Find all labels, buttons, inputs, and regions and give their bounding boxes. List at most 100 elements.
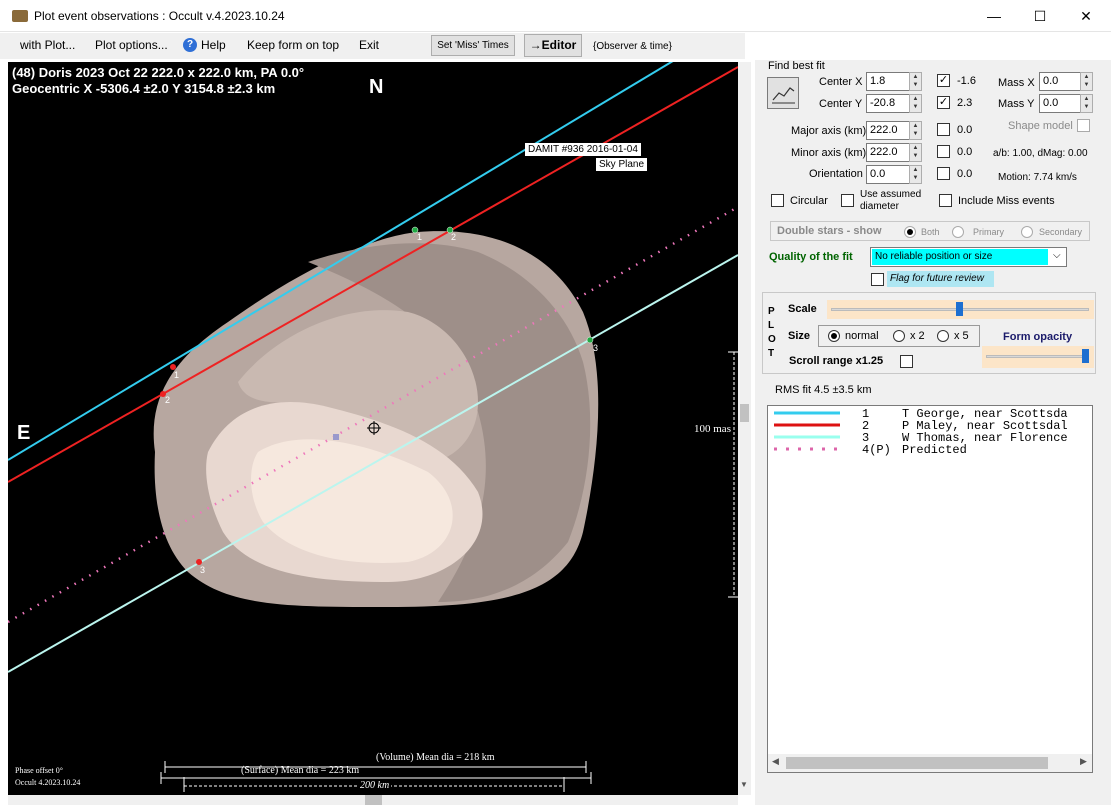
ab-dmag-label: a/b: 1.00, dMag: 0.00	[993, 148, 1088, 159]
orientation-input[interactable]: 0.0	[866, 165, 910, 184]
include-miss-checkbox[interactable]	[939, 194, 952, 207]
scroll-range-checkbox[interactable]	[900, 355, 913, 368]
chord-label-2-left: 2	[165, 395, 171, 405]
set-miss-times-button[interactable]: Set 'Miss' Times	[431, 35, 515, 56]
plot-vlabel-o: O	[768, 334, 776, 345]
chord-label-1-left: 1	[174, 370, 180, 380]
list-item[interactable]: 4(P) Predicted	[768, 443, 1092, 457]
scroll-range-label: Scroll range x1.25	[789, 355, 884, 367]
circular-checkbox[interactable]	[771, 194, 784, 207]
center-x-input[interactable]: 1.8	[866, 72, 910, 91]
chord-label-3-right: 3	[593, 343, 599, 353]
menu-plot-options[interactable]: Plot options...	[95, 38, 168, 52]
flag-review-checkbox[interactable]	[871, 273, 884, 286]
orientation-checkbox[interactable]	[937, 167, 950, 180]
center-y-delta: 2.3	[957, 97, 973, 109]
primary-radio[interactable]	[952, 226, 964, 238]
plot-vlabel-l: L	[768, 320, 775, 331]
major-axis-delta: 0.0	[957, 124, 973, 136]
shape-model-checkbox[interactable]	[1077, 119, 1090, 132]
scroll-left-arrow-icon[interactable]: ◀	[772, 756, 779, 767]
menu-bar: with Plot... Plot options... Help Keep f…	[0, 33, 745, 59]
scale-label: Scale	[788, 303, 817, 315]
scroll-thumb[interactable]	[740, 404, 749, 422]
scale-slider[interactable]	[827, 300, 1094, 319]
menu-keep-on-top[interactable]: Keep form on top	[247, 38, 339, 52]
observers-list[interactable]: 1 T George, near Scottsda 2 P Maley, nea…	[767, 405, 1093, 773]
north-label: N	[369, 76, 384, 98]
menu-help[interactable]: Help	[201, 38, 226, 52]
maximize-button[interactable]: ☐	[1017, 0, 1063, 32]
major-axis-input[interactable]: 222.0	[866, 121, 910, 140]
menu-exit[interactable]: Exit	[359, 38, 379, 52]
size-x2-radio[interactable]	[893, 330, 905, 342]
plot-horizontal-scrollbar[interactable]	[8, 795, 738, 805]
center-y-label: Center Y	[819, 98, 863, 110]
east-label: E	[17, 422, 31, 444]
close-button[interactable]: ✕	[1063, 0, 1109, 32]
editor-button[interactable]: →Editor	[524, 34, 582, 57]
circular-label: Circular	[790, 195, 828, 207]
both-label: Both	[921, 227, 940, 237]
form-opacity-label: Form opacity	[1003, 331, 1073, 343]
major-axis-spinner-icon[interactable]: ▲ ▼	[909, 121, 922, 140]
orientation-delta: 0.0	[957, 168, 973, 180]
quality-dropdown[interactable]: No reliable position or size ⌵	[870, 247, 1067, 267]
hscroll-thumb[interactable]	[365, 795, 382, 805]
center-y-spinner-icon[interactable]: ▲ ▼	[909, 94, 922, 113]
orientation-label: Orientation	[809, 168, 863, 180]
scroll-right-arrow-icon[interactable]: ▶	[1080, 756, 1087, 767]
plot-vlabel-t: T	[768, 348, 775, 359]
orientation-spinner-icon[interactable]: ▲ ▼	[909, 165, 922, 184]
major-axis-label: Major axis (km)	[791, 125, 867, 137]
mas-scale-label: 100 mas	[694, 423, 731, 435]
list-horizontal-scrollbar[interactable]: ◀ ▶	[768, 754, 1092, 772]
list-item[interactable]: 2 P Maley, near Scottsdal	[768, 419, 1092, 433]
legend-num: 4(P)	[862, 443, 891, 457]
size-x5-radio[interactable]	[937, 330, 949, 342]
mass-y-spinner-icon[interactable]: ▲ ▼	[1080, 94, 1093, 113]
scroll-down-arrow-icon[interactable]: ▼	[740, 780, 748, 789]
size-x5-label: x 5	[954, 330, 969, 342]
center-x-spinner-icon[interactable]: ▲ ▼	[909, 72, 922, 91]
app-icon	[12, 10, 28, 22]
center-y-checkbox[interactable]: ✓	[937, 96, 950, 109]
plot-canvas[interactable]: (48) Doris 2023 Oct 22 222.0 x 222.0 km,…	[8, 62, 738, 795]
both-radio[interactable]	[904, 226, 916, 238]
minimize-button[interactable]: —	[971, 0, 1017, 32]
scale-slider-thumb[interactable]	[956, 302, 963, 316]
mass-x-spinner-icon[interactable]: ▲ ▼	[1080, 72, 1093, 91]
list-scroll-thumb[interactable]	[786, 757, 1048, 769]
mass-y-input[interactable]: 0.0	[1039, 94, 1081, 113]
secondary-radio[interactable]	[1021, 226, 1033, 238]
opacity-slider[interactable]	[982, 346, 1094, 368]
minor-axis-checkbox[interactable]	[937, 145, 950, 158]
phase-offset-label: Phase offset 0°	[15, 766, 63, 775]
help-icon[interactable]: ?	[183, 38, 197, 52]
chord-label-3-left: 3	[200, 565, 206, 575]
double-stars-label: Double stars - show	[777, 225, 882, 237]
menu-with-plot[interactable]: with Plot...	[20, 38, 75, 52]
center-y-input[interactable]: -20.8	[866, 94, 910, 113]
list-item[interactable]: 3 W Thomas, near Florence	[768, 431, 1092, 445]
version-label: Occult 4.2023.10.24	[15, 778, 81, 787]
minor-axis-label: Minor axis (km)	[791, 147, 867, 159]
center-x-checkbox[interactable]: ✓	[937, 74, 950, 87]
list-item[interactable]: 1 T George, near Scottsda	[768, 407, 1092, 421]
plot-vertical-scrollbar[interactable]: ▼	[738, 62, 751, 795]
size-label: Size	[788, 330, 811, 342]
find-best-fit-button[interactable]	[767, 77, 799, 109]
minor-axis-input[interactable]: 222.0	[866, 143, 910, 162]
minor-axis-spinner-icon[interactable]: ▲ ▼	[909, 143, 922, 162]
opacity-slider-thumb[interactable]	[1082, 349, 1089, 363]
major-axis-checkbox[interactable]	[937, 123, 950, 136]
predicted-center-marker	[333, 434, 339, 440]
size-normal-radio[interactable]	[828, 330, 840, 342]
plot-vlabel-p: P	[768, 306, 775, 317]
plot-header-line2: Geocentric X -5306.4 ±2.0 Y 3154.8 ±2.3 …	[12, 81, 276, 96]
minor-axis-delta: 0.0	[957, 146, 973, 158]
chevron-down-icon: ⌵	[1053, 250, 1061, 261]
legend-text: Predicted	[902, 443, 967, 457]
mass-x-input[interactable]: 0.0	[1039, 72, 1081, 91]
use-assumed-diameter-checkbox[interactable]	[841, 194, 854, 207]
